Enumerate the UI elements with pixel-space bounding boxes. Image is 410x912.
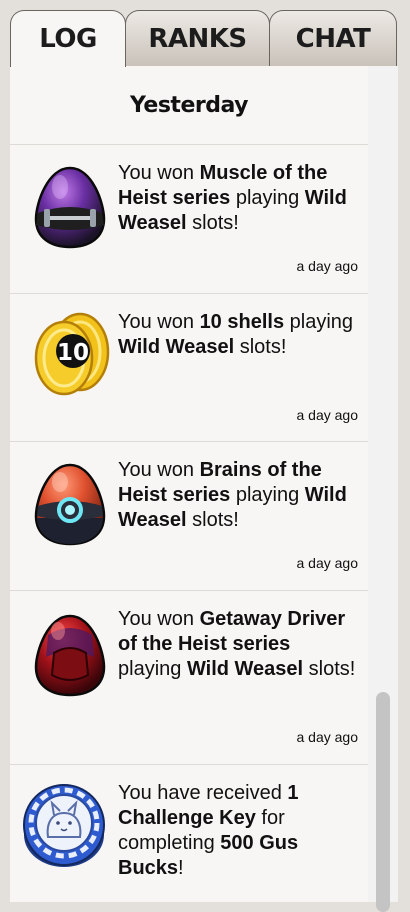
log-entry: You have received 1 Challenge Key for co… <box>10 765 368 902</box>
log-entry: You won Brains of the Heist series playi… <box>10 442 368 591</box>
log-entry: You won Muscle of the Heist series playi… <box>10 145 368 294</box>
tab-ranks[interactable]: RANKS <box>125 10 270 66</box>
tab-bar: LOG RANKS CHAT <box>0 0 410 67</box>
day-header: Yesterday <box>10 66 368 145</box>
entry-message: You won Muscle of the Heist series playi… <box>118 162 347 234</box>
log-panel: Yesterday You won Muscle of the Heist se… <box>10 66 368 902</box>
scrollbar-thumb[interactable] <box>376 692 390 912</box>
entry-timestamp: a day ago <box>296 555 359 571</box>
driver-egg-icon <box>34 614 106 697</box>
shells-icon: 10 <box>34 312 110 396</box>
challenge-key-icon <box>23 784 105 867</box>
brains-egg-icon <box>34 463 106 546</box>
entry-message: You won Getaway Driver of the Heist seri… <box>118 608 356 680</box>
tab-chat[interactable]: CHAT <box>269 10 397 66</box>
log-entry: You won Getaway Driver of the Heist seri… <box>10 591 368 765</box>
entry-timestamp: a day ago <box>296 407 359 423</box>
log-entry: 10 You won 10 shells playing Wild Weasel… <box>10 294 368 442</box>
muscle-egg-icon <box>34 166 106 249</box>
entry-message: You won 10 shells playing Wild Weasel sl… <box>118 311 354 358</box>
entry-timestamp: a day ago <box>296 729 359 745</box>
tab-log[interactable]: LOG <box>10 10 126 67</box>
svg-text:10: 10 <box>57 340 89 366</box>
entry-timestamp: a day ago <box>296 258 359 274</box>
entry-message: You have received 1 Challenge Key for co… <box>118 782 299 879</box>
entry-message: You won Brains of the Heist series playi… <box>118 459 347 531</box>
